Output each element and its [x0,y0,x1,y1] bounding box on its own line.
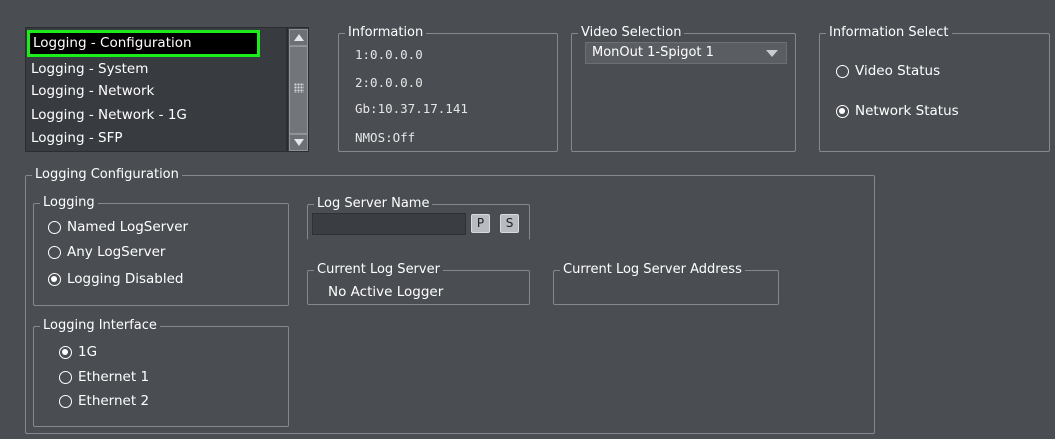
radio-any-logserver-label: Any LogServer [67,244,166,260]
radio-on-icon [59,345,72,359]
radio-1g-label: 1G [78,344,98,360]
radio-named-logserver[interactable]: Named LogServer [48,219,188,235]
logging-group: Logging Named LogServer Any LogServer Lo… [33,195,289,306]
video-selection-value: MonOut 1-Spigot 1 [592,45,714,60]
list-item-logging-configuration[interactable]: Logging - Configuration [27,30,260,57]
current-log-server-title: Current Log Server [314,262,443,278]
current-log-server-address-group: Current Log Server Address [553,262,779,305]
video-selection-title: Video Selection [578,25,685,41]
arrow-up-icon [293,34,304,41]
radio-off-icon [836,64,849,78]
list-item-logging-network-1g[interactable]: Logging - Network - 1G [29,104,285,126]
logging-configuration-title: Logging Configuration [32,167,182,183]
radio-1g[interactable]: 1G [59,344,97,360]
s-button[interactable]: S [500,214,519,233]
scroll-up-button[interactable] [289,29,308,46]
radio-off-icon [59,370,72,384]
info-line-gb: Gb:10.37.17.141 [355,101,468,116]
logging-page-list[interactable]: Logging - Configuration Logging - System… [25,27,287,152]
current-log-server-group: Current Log Server No Active Logger [307,262,530,305]
logging-interface-title: Logging Interface [40,318,160,334]
grip-icon [294,83,304,93]
log-server-name-input[interactable] [312,213,466,235]
logging-interface-group: Logging Interface 1G Ethernet 1 Ethernet… [33,318,289,427]
list-item-logging-sfp[interactable]: Logging - SFP [29,127,285,149]
radio-logging-disabled-label: Logging Disabled [67,271,184,287]
list-item-logging-system[interactable]: Logging - System [29,58,285,80]
info-line-1: 1:0.0.0.0 [355,47,423,62]
radio-video-status[interactable]: Video Status [836,63,940,79]
current-log-server-value: No Active Logger [328,284,444,300]
radio-on-icon [836,104,849,118]
radio-ethernet-1[interactable]: Ethernet 1 [59,369,149,385]
radio-logging-disabled[interactable]: Logging Disabled [48,271,184,287]
radio-off-icon [59,394,72,408]
scroll-thumb[interactable] [289,46,308,134]
radio-ethernet-2[interactable]: Ethernet 2 [59,393,149,409]
chevron-down-icon [766,50,778,57]
radio-video-status-label: Video Status [855,63,941,79]
p-button[interactable]: P [471,214,490,233]
information-select-title: Information Select [826,25,952,41]
radio-named-logserver-label: Named LogServer [67,219,189,235]
info-line-nmos: NMOS:Off [355,130,416,145]
radio-ethernet-2-label: Ethernet 2 [78,393,150,409]
radio-any-logserver[interactable]: Any LogServer [48,244,165,260]
radio-off-icon [48,220,61,234]
info-line-2: 2:0.0.0.0 [355,75,423,90]
radio-network-status[interactable]: Network Status [836,103,959,119]
current-log-server-address-title: Current Log Server Address [560,262,745,278]
radio-ethernet-1-label: Ethernet 1 [78,369,150,385]
radio-off-icon [48,245,61,259]
log-server-name-title: Log Server Name [314,196,433,212]
list-scrollbar[interactable] [287,27,309,152]
arrow-down-icon [293,139,304,146]
list-item-logging-network[interactable]: Logging - Network [29,80,285,102]
video-selection-dropdown[interactable]: MonOut 1-Spigot 1 [585,42,787,64]
radio-network-status-label: Network Status [855,103,959,119]
information-title: Information [345,25,427,41]
information-group: Information 1:0.0.0.0 2:0.0.0.0 Gb:10.37… [338,25,558,152]
logging-title: Logging [40,195,98,211]
information-select-group: Information Select Video Status Network … [819,25,1050,152]
scroll-down-button[interactable] [289,134,308,151]
radio-on-icon [48,272,61,286]
